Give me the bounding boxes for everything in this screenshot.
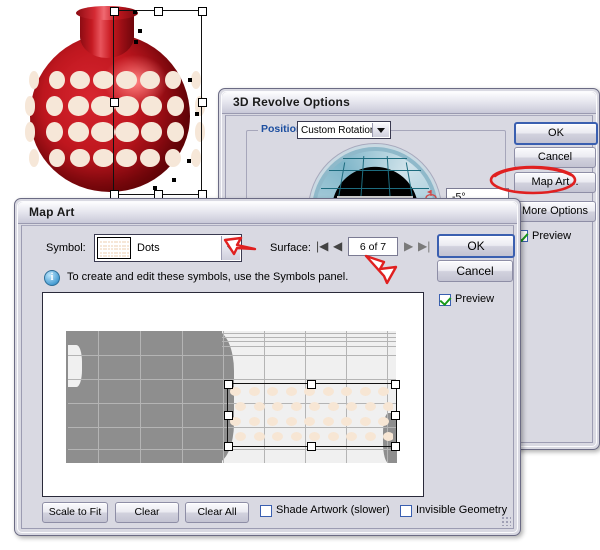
path-anchor-point[interactable] (138, 29, 142, 33)
last-surface-icon[interactable]: ▶| (418, 240, 430, 252)
revolve-dialog-titlebar[interactable]: 3D Revolve Options (222, 92, 596, 114)
vase-dot (45, 96, 63, 116)
surface-index-input[interactable]: 6 of 7 (348, 237, 398, 256)
revolve-ok-button[interactable]: OK (514, 122, 598, 145)
map-art-cancel-label: Cancel (456, 264, 494, 278)
canvas-handle-mr[interactable] (391, 411, 400, 420)
selection-bounding-box (113, 10, 202, 195)
selection-handle-tl[interactable] (110, 7, 119, 16)
position-preset-dropdown[interactable]: Custom Rotation (297, 121, 391, 139)
canvas-handle-bc[interactable] (307, 442, 316, 451)
revolve-preview-label: Preview (532, 230, 572, 242)
clear-all-label: Clear All (197, 506, 237, 519)
map-art-preview-canvas[interactable] (42, 292, 424, 497)
canvas-handle-ml[interactable] (224, 411, 233, 420)
vase-dot (92, 71, 115, 89)
symbols-hint-text: To create and edit these symbols, use th… (67, 271, 349, 283)
vase-dot (49, 71, 66, 89)
first-surface-icon[interactable]: |◀ (316, 240, 328, 252)
resize-grip[interactable] (501, 516, 511, 526)
more-options-label: More Options (521, 205, 589, 217)
selection-handle-ml[interactable] (110, 98, 119, 107)
path-anchor-point[interactable] (134, 40, 138, 44)
vase-artwork (20, 2, 220, 202)
vase-dot (92, 149, 115, 167)
invisible-geometry-label: Invisible Geometry (416, 504, 508, 516)
map-art-titlebar[interactable]: Map Art (18, 202, 517, 224)
path-anchor-point[interactable] (153, 186, 157, 190)
symbol-swatch-thumbnail (97, 237, 131, 259)
vase-dot (29, 71, 39, 89)
map-art-ok-button[interactable]: OK (437, 234, 515, 258)
path-anchor-point[interactable] (188, 78, 192, 82)
scale-to-fit-button[interactable]: Scale to Fit (42, 502, 108, 523)
map-art-preview-label: Preview (455, 293, 495, 305)
selection-handle-mr[interactable] (198, 98, 207, 107)
vase-dot (45, 122, 63, 142)
symbol-dropdown[interactable]: Dots (94, 234, 242, 262)
shade-artwork-checkbox[interactable] (260, 505, 272, 517)
revolve-ok-label: OK (548, 127, 564, 139)
canvas-handle-tr[interactable] (391, 380, 400, 389)
info-icon: i (44, 270, 60, 286)
chevron-down-icon[interactable] (372, 123, 389, 137)
map-art-preview-checkbox[interactable] (439, 294, 451, 306)
canvas-selection-box (227, 383, 397, 447)
path-anchor-point[interactable] (187, 159, 191, 163)
surface-label: Surface: (270, 242, 311, 254)
scale-to-fit-label: Scale to Fit (48, 506, 102, 519)
map-art-dialog: Map Art Symbol: Dots Surface: |◀ ◀ 6 of … (14, 198, 521, 536)
more-options-button[interactable]: More Options (514, 201, 596, 222)
path-anchor-point[interactable] (195, 112, 199, 116)
next-surface-icon[interactable]: ▶ (404, 240, 413, 252)
previous-surface-icon[interactable]: ◀ (333, 240, 342, 252)
map-art-title: Map Art (29, 205, 75, 219)
revolve-cancel-label: Cancel (537, 151, 573, 163)
revolve-dialog-title: 3D Revolve Options (233, 95, 350, 109)
canvas-handle-br[interactable] (391, 442, 400, 451)
path-anchor-point[interactable] (133, 10, 137, 14)
surface-index-value: 6 of 7 (359, 240, 387, 253)
symbol-label: Symbol: (46, 242, 86, 254)
map-art-cancel-button[interactable]: Cancel (437, 260, 513, 282)
chevron-down-icon[interactable] (221, 236, 240, 260)
canvas-handle-bl[interactable] (224, 442, 233, 451)
canvas-handle-tl[interactable] (224, 380, 233, 389)
invisible-geometry-checkbox[interactable] (400, 505, 412, 517)
position-preset-value: Custom Rotation (301, 124, 376, 136)
clear-label: Clear (134, 506, 160, 519)
map-art-body: Symbol: Dots Surface: |◀ ◀ 6 of 7 ▶ ▶| O… (21, 225, 515, 529)
selection-handle-tc[interactable] (154, 7, 163, 16)
selection-handle-tr[interactable] (198, 7, 207, 16)
revolve-cancel-button[interactable]: Cancel (514, 147, 596, 168)
map-art-label: Map Art... (531, 176, 579, 188)
vase-dot (90, 122, 115, 142)
clear-button[interactable]: Clear (115, 502, 179, 523)
clear-all-button[interactable]: Clear All (185, 502, 249, 523)
canvas-handle-tc[interactable] (307, 380, 316, 389)
shade-artwork-label: Shade Artwork (slower) (276, 504, 390, 516)
map-art-button[interactable]: Map Art... (514, 172, 596, 193)
symbol-name: Dots (137, 242, 160, 254)
map-art-ok-label: OK (467, 239, 485, 253)
vase-dot (49, 149, 66, 167)
vase-dot (29, 149, 39, 167)
path-anchor-point[interactable] (172, 178, 176, 182)
